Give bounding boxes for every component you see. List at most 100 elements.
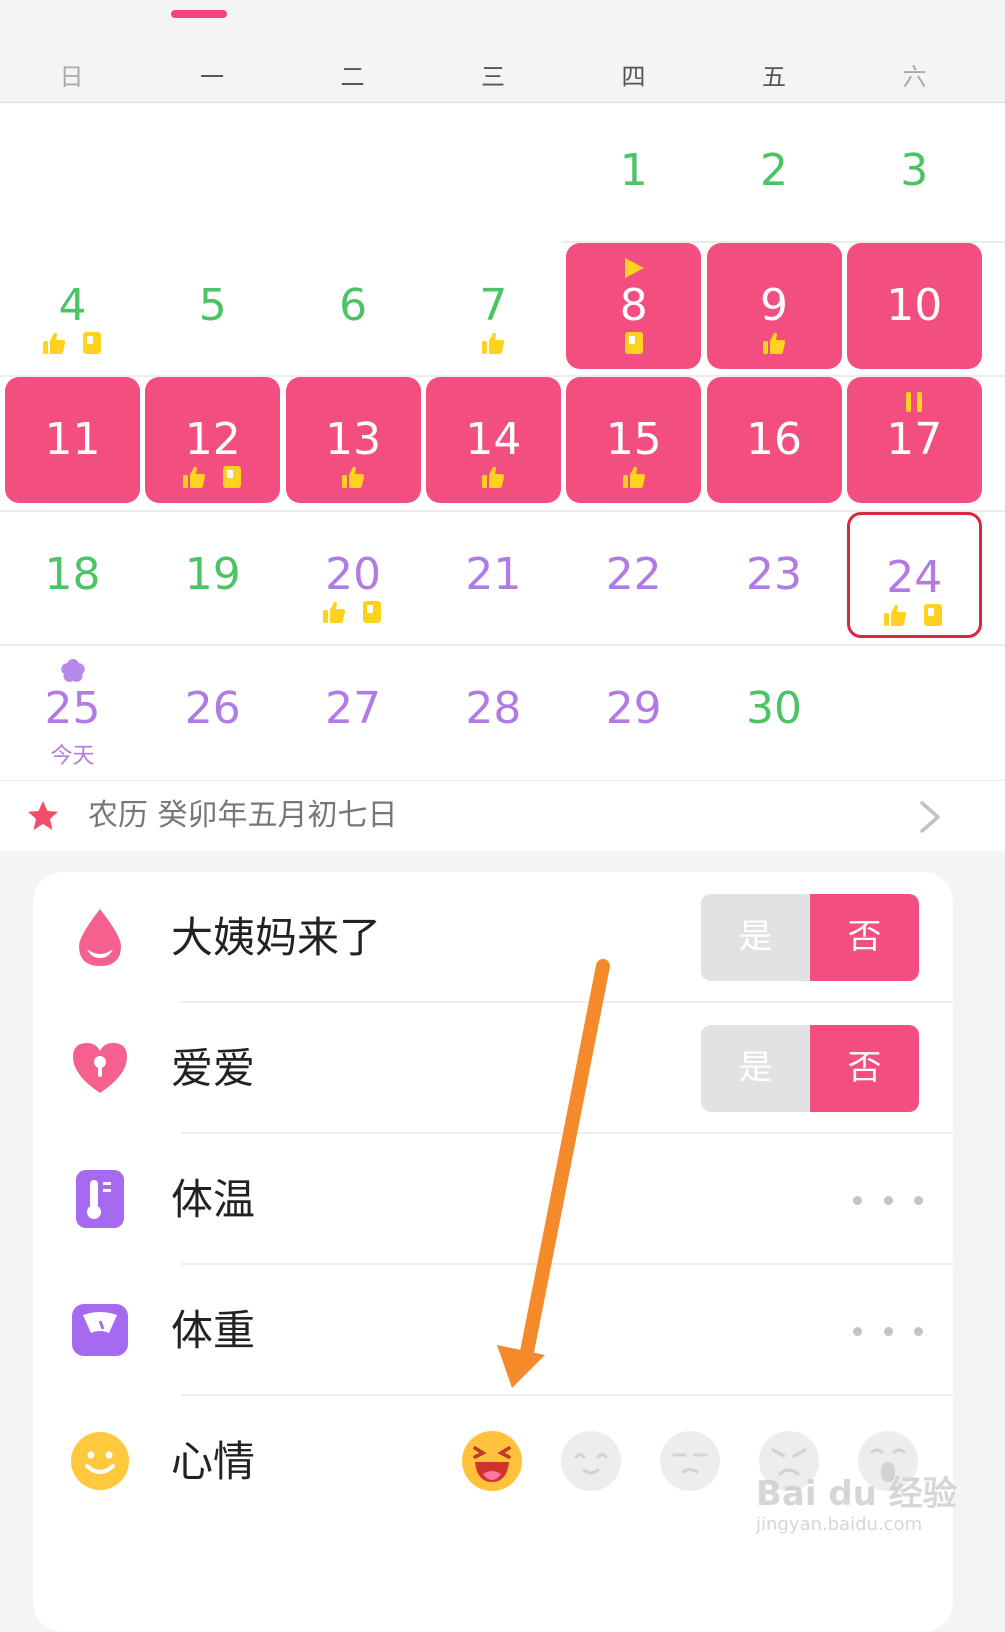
thumbs-up-icon — [182, 466, 205, 488]
day-number: 18 — [44, 548, 101, 600]
day-number: 26 — [184, 683, 241, 734]
calendar-day-6[interactable]: 6 — [286, 243, 421, 369]
day-number: 1 — [619, 145, 648, 196]
thumbs-up-icon — [42, 332, 65, 354]
day-record-icons — [286, 465, 421, 491]
day-number: 17 — [886, 414, 943, 465]
calendar-day-21[interactable]: 21 — [426, 512, 561, 638]
day-number: 23 — [746, 548, 802, 600]
day-top-marker — [847, 389, 982, 415]
lunar-date-text: 农历 癸卯年五月初七日 — [88, 798, 398, 833]
calendar-day-23[interactable]: 23 — [707, 512, 842, 638]
toggle-yes-option[interactable]: 是 — [701, 894, 810, 981]
weekday-label: 五 — [762, 63, 786, 91]
calendar-day-10[interactable]: 10 — [846, 242, 982, 369]
calendar-day-19[interactable]: 19 — [145, 512, 280, 638]
watermark-brand: Bai du 经验 — [756, 1474, 957, 1514]
calendar-day-18[interactable]: 18 — [5, 512, 140, 638]
day-number: 8 — [619, 279, 648, 331]
weekday-label: 一 — [200, 63, 224, 91]
period-start-icon — [624, 257, 644, 278]
more-options-icon[interactable] — [853, 1311, 923, 1351]
calendar-day-22[interactable]: 22 — [566, 512, 701, 638]
love-toggle[interactable]: 是否 — [701, 1025, 919, 1112]
weekday-label: 日 — [59, 63, 84, 91]
calendar-day-15[interactable]: 15 — [566, 377, 702, 503]
note-icon — [363, 600, 382, 623]
day-top-marker — [5, 658, 140, 684]
meh-face-icon[interactable] — [659, 1430, 721, 1492]
calendar-day-12[interactable]: 12 — [145, 377, 281, 503]
calendar-day-29[interactable]: 29 — [566, 646, 701, 772]
calendar-day-27[interactable]: 27 — [286, 646, 421, 772]
note-icon — [924, 603, 943, 626]
calendar-day-4[interactable]: 4 — [5, 243, 140, 369]
watermark-url: jingyan.baidu.com — [756, 1514, 923, 1535]
day-record-icons — [426, 465, 561, 491]
thumbs-up-icon — [482, 466, 505, 488]
calendar-day-26[interactable]: 26 — [145, 646, 280, 772]
thumbs-up-icon — [482, 332, 505, 354]
record-row-weight: 体重 — [33, 1265, 953, 1396]
period-end-icon — [906, 392, 923, 412]
lunar-date-bar[interactable]: 农历 癸卯年五月初七日 — [0, 780, 1005, 851]
calendar-day-17[interactable]: 17 — [846, 377, 982, 503]
record-label: 心情 — [171, 1437, 256, 1486]
toggle-yes-option[interactable]: 是 — [701, 1025, 810, 1112]
day-record-icons — [5, 331, 140, 357]
record-row-temperature: 体温 — [33, 1134, 953, 1265]
excited-face-icon[interactable] — [461, 1430, 523, 1492]
day-record-icons — [145, 465, 280, 491]
thumbs-up-icon — [884, 604, 907, 626]
tab-indicator — [171, 10, 227, 18]
calendar-day-28[interactable]: 28 — [426, 646, 561, 772]
day-number: 25 — [44, 683, 101, 734]
calendar-day-2[interactable]: 2 — [707, 108, 842, 234]
record-label: 爱爱 — [171, 1044, 256, 1093]
day-number: 14 — [465, 414, 522, 465]
day-number: 3 — [900, 145, 929, 196]
calendar-day-13[interactable]: 13 — [285, 377, 421, 503]
record-row-love: 爱爱 是否 — [33, 1003, 953, 1134]
calendar-day-16[interactable]: 16 — [706, 377, 842, 503]
toggle-no-option[interactable]: 否 — [810, 1025, 919, 1112]
period-toggle[interactable]: 是否 — [701, 894, 919, 981]
toggle-no-option[interactable]: 否 — [810, 894, 919, 981]
day-record-icons — [426, 331, 561, 357]
day-number: 30 — [746, 683, 802, 734]
drop-icon — [79, 909, 121, 966]
day-number: 4 — [58, 279, 87, 331]
day-number: 5 — [198, 279, 227, 331]
record-label: 大姨妈来了 — [171, 913, 382, 962]
day-record-icons — [707, 331, 842, 357]
star-icon — [28, 801, 58, 830]
calendar-day-30[interactable]: 30 — [707, 646, 842, 772]
calendar-day-11[interactable]: 11 — [5, 377, 140, 503]
calendar-grid: 1 2 3 4 5 6 7 8 9 10 11 12 13 14 15 16 17 18 19 20 21 22 23 24 2… — [0, 103, 1005, 793]
more-options-icon[interactable] — [853, 1180, 923, 1220]
calendar-day-8[interactable]: 8 — [566, 242, 702, 369]
calendar-day-20[interactable]: 20 — [286, 512, 421, 638]
chevron-right-icon[interactable] — [914, 800, 944, 834]
thumbs-up-icon — [342, 466, 365, 488]
day-record-icons — [566, 331, 701, 357]
day-number: 16 — [746, 414, 802, 465]
calendar-day-9[interactable]: 9 — [706, 242, 842, 369]
calendar-day-1[interactable]: 1 — [566, 108, 701, 234]
day-record-icons — [566, 465, 701, 491]
calendar-day-7[interactable]: 7 — [426, 243, 561, 369]
day-number: 19 — [184, 548, 241, 600]
happy-face-icon[interactable] — [560, 1430, 622, 1492]
calendar-day-5[interactable]: 5 — [145, 243, 280, 369]
day-number: 29 — [605, 683, 662, 734]
thumbs-up-icon — [622, 466, 645, 488]
note-icon — [624, 331, 643, 354]
calendar-day-25[interactable]: 25 今天 — [5, 646, 140, 772]
day-number: 27 — [325, 683, 382, 734]
scale-icon — [72, 1304, 128, 1356]
calendar-day-3[interactable]: 3 — [847, 108, 982, 234]
calendar-day-14[interactable]: 14 — [425, 377, 561, 503]
calendar-day-24[interactable]: 24 — [846, 511, 982, 638]
day-number: 7 — [479, 279, 508, 331]
thumbs-up-icon — [763, 332, 786, 354]
